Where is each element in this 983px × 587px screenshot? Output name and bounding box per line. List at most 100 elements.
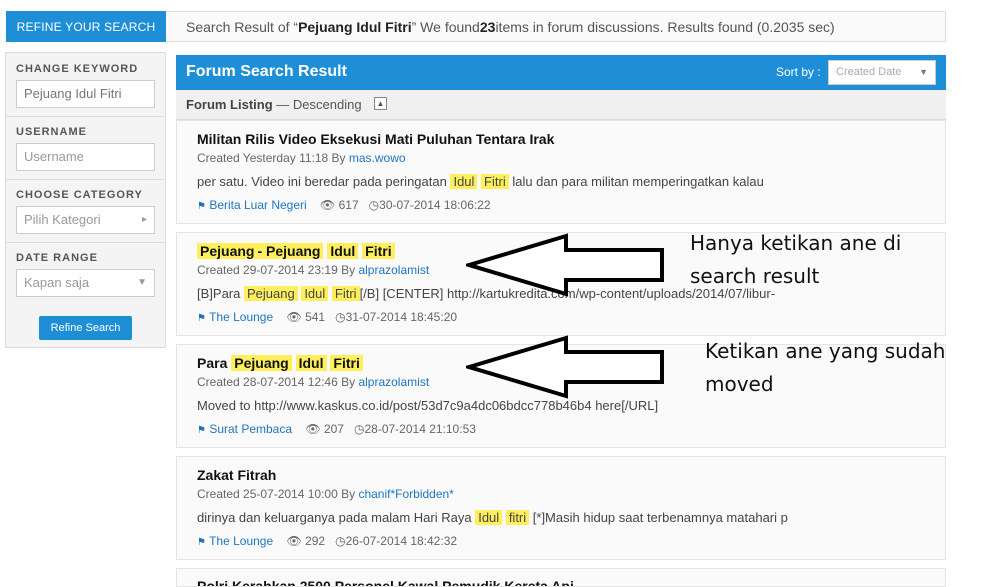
result-footer: ⚑ Berita Luar Negeri 👁 617 ◷30-07-2014 1… <box>197 198 491 212</box>
category-value: Pilih Kategori <box>24 212 101 227</box>
title-highlight: Pejuang <box>231 355 292 371</box>
snippet-highlight: Idul <box>475 510 503 525</box>
title-text: Zakat Fitrah <box>197 467 277 483</box>
snippet-post: [*]Masih hidup saat terbenamnya matahari… <box>529 510 788 525</box>
annotation-text: Ketikan ane yang sudah moved <box>705 335 945 401</box>
title-highlight: Idul <box>295 355 327 371</box>
tag-icon: ⚑ <box>197 537 206 548</box>
result-meta: Created 25-07-2014 10:00 By chanif*Forbi… <box>197 487 454 501</box>
category-link[interactable]: The Lounge <box>209 534 273 548</box>
result-snippet: Moved to http://www.kaskus.co.id/post/53… <box>197 398 658 413</box>
snippet-highlight: Fitri <box>481 174 509 189</box>
summary-count: 23 <box>479 18 496 35</box>
eye-icon: 👁 <box>305 422 321 436</box>
listing-bar: Forum Listing — Descending ▲ <box>176 90 946 120</box>
result-title[interactable]: Polri Kerahkan 2500 Personel Kawal Pemud… <box>197 578 574 587</box>
last-post-date: 28-07-2014 21:10:53 <box>364 422 476 436</box>
author-link[interactable]: alprazolamist <box>358 263 429 277</box>
snippet-pre: per satu. Video ini beredar pada peringa… <box>197 174 451 189</box>
username-section: USERNAME Username <box>6 116 165 180</box>
title-pre: Para <box>197 355 232 371</box>
collapse-icon[interactable]: ▲ <box>374 97 387 110</box>
keyword-section: CHANGE KEYWORD Pejuang Idul Fitri <box>6 53 165 117</box>
view-count: 207 <box>323 422 344 436</box>
date-label: DATE RANGE <box>16 252 98 264</box>
summary-suffix: items in forum discussions. Results foun… <box>495 18 835 35</box>
view-count: 541 <box>305 310 326 324</box>
result-meta: Created Yesterday 11:18 By mas.wowo <box>197 151 406 165</box>
snippet-post: lalu dan para militan memperingatkan kal… <box>508 174 764 189</box>
title-text: Militan Rilis Video Eksekusi Mati Puluha… <box>197 131 555 147</box>
summary-mid: ” We found <box>411 18 480 35</box>
date-select[interactable]: Kapan saja ▼ <box>16 269 155 297</box>
annotation-arrows <box>466 233 664 399</box>
category-link[interactable]: The Lounge <box>209 310 273 324</box>
clock-icon: ◷ <box>368 198 380 212</box>
refine-sidebar: CHANGE KEYWORD Pejuang Idul Fitri USERNA… <box>5 52 166 348</box>
result-meta: Created 28-07-2014 12:46 By alprazolamis… <box>197 375 429 389</box>
sort-select[interactable]: Created Date ▼ <box>828 60 936 85</box>
keyword-value: Pejuang Idul Fitri <box>24 86 122 101</box>
date-value: Kapan saja <box>24 275 90 290</box>
snippet-highlight: Pejuang <box>243 286 298 301</box>
result-title[interactable]: Para Pejuang Idul Fitri <box>197 355 363 371</box>
view-count: 292 <box>305 534 326 548</box>
summary-query: Pejuang Idul Fitri <box>298 18 412 35</box>
title-text: Polri Kerahkan 2500 Personel Kawal Pemud… <box>197 578 574 587</box>
result-item: Militan Rilis Video Eksekusi Mati Puluha… <box>176 120 946 224</box>
username-placeholder: Username <box>24 149 84 164</box>
annotation-line: moved <box>705 372 774 396</box>
category-select[interactable]: Pilih Kategori ▸ <box>16 206 155 234</box>
refine-search-button[interactable]: Refine Search <box>39 316 132 340</box>
snippet-highlight: Fitri <box>331 286 360 301</box>
result-meta: Created 29-07-2014 23:19 By alprazolamis… <box>197 263 429 277</box>
meta-text: Created 28-07-2014 12:46 By <box>197 375 359 389</box>
username-input[interactable]: Username <box>16 143 155 171</box>
snippet-pre: [B]Para <box>197 286 244 301</box>
eye-icon: 👁 <box>286 534 302 548</box>
author-link[interactable]: chanif*Forbidden* <box>358 487 453 501</box>
eye-icon: 👁 <box>320 198 336 212</box>
author-link[interactable]: mas.wowo <box>349 151 406 165</box>
title-highlight: Idul <box>327 243 359 259</box>
username-label: USERNAME <box>16 126 87 138</box>
view-count: 617 <box>338 198 359 212</box>
left-arrow-icon <box>466 335 664 399</box>
result-footer: ⚑ The Lounge 👁 292 ◷26-07-2014 18:42:32 <box>197 534 457 548</box>
annotation-line: search result <box>690 264 820 288</box>
clock-icon: ◷ <box>354 422 365 436</box>
title-highlight: Fitri <box>362 243 395 259</box>
category-link[interactable]: Surat Pembaca <box>209 422 292 436</box>
result-footer: ⚑ The Lounge 👁 541 ◷31-07-2014 18:45:20 <box>197 310 457 324</box>
keyword-input[interactable]: Pejuang Idul Fitri <box>16 80 155 108</box>
result-item: Zakat Fitrah Created 25-07-2014 10:00 By… <box>176 456 946 560</box>
snippet-text: Moved to http://www.kaskus.co.id/post/53… <box>197 398 659 413</box>
result-snippet: per satu. Video ini beredar pada peringa… <box>197 174 764 189</box>
search-summary: Search Result of “Pejuang Idul Fitri” We… <box>166 11 946 42</box>
last-post-date: 26-07-2014 18:42:32 <box>345 534 458 548</box>
refine-button-label: Refine Search <box>50 322 121 334</box>
keyword-label: CHANGE KEYWORD <box>16 63 139 75</box>
tag-icon: ⚑ <box>197 201 206 212</box>
chevron-down-icon: ▼ <box>919 67 928 77</box>
meta-text: Created 25-07-2014 10:00 By <box>197 487 359 501</box>
author-link[interactable]: alprazolamist <box>358 375 429 389</box>
eye-icon: 👁 <box>286 310 302 324</box>
result-title[interactable]: Zakat Fitrah <box>197 467 276 483</box>
chevron-down-icon: ▼ <box>137 277 147 288</box>
title-highlight: Pejuang <box>197 243 258 259</box>
result-title[interactable]: Militan Rilis Video Eksekusi Mati Puluha… <box>197 131 554 147</box>
refine-tab-label: REFINE YOUR SEARCH <box>16 19 156 34</box>
tag-icon: ⚑ <box>197 425 206 436</box>
meta-text: Created 29-07-2014 23:19 By <box>197 263 359 277</box>
meta-text: Created Yesterday 11:18 By <box>197 151 349 165</box>
listing-label: Forum Listing <box>186 97 273 112</box>
refine-your-search-tab[interactable]: REFINE YOUR SEARCH <box>6 11 166 42</box>
annotation-line: Hanya ketikan ane di <box>690 231 902 255</box>
snippet-highlight: Idul <box>450 174 478 189</box>
category-link[interactable]: Berita Luar Negeri <box>209 198 306 212</box>
category-label: CHOOSE CATEGORY <box>16 189 143 201</box>
sort-label: Sort by : <box>776 65 821 79</box>
result-title[interactable]: Pejuang - Pejuang Idul Fitri <box>197 243 395 259</box>
listing-order: — Descending <box>272 97 362 112</box>
